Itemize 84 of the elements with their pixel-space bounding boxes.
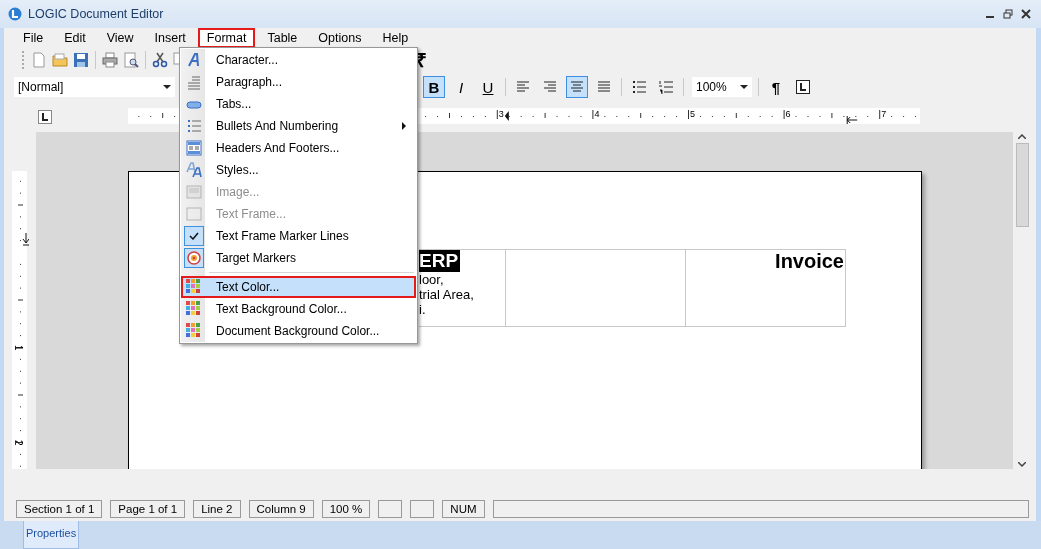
letter-a-icon [186,52,202,68]
justify-icon [596,79,612,95]
menu-item[interactable]: Character... [181,49,416,71]
paragraph-icon [186,74,202,90]
color-grid-icon [186,323,202,339]
format-button[interactable]: U [477,76,499,98]
ruler-number: 7 [881,109,887,119]
menu-item[interactable]: Document Background Color... [181,320,416,342]
align-center-icon [569,79,585,95]
save-icon[interactable] [73,52,89,68]
color-grid-icon [186,279,202,295]
menu-item[interactable]: Target Markers [181,247,416,269]
styles-icon [186,162,202,178]
invoice-title: Invoice [774,250,845,273]
printer-icon[interactable] [102,52,118,68]
target-icon [186,250,202,266]
tab-stop-icon[interactable] [38,110,52,124]
indent-marker-icon[interactable] [504,111,509,121]
menu-item[interactable]: Table [258,27,307,48]
status-pane: 100 % [321,500,371,518]
dropdown-arrow-icon [163,84,171,90]
menu-item[interactable]: Options [309,27,371,48]
ruler-number: 3 [498,109,504,119]
bullet-list-icon [186,118,202,134]
address-line: loor, [419,272,445,287]
print-preview-icon[interactable] [123,52,139,68]
status-pane: Column 9 [248,500,314,518]
menu-item[interactable]: Headers And Footers... [181,137,416,159]
scroll-thumb[interactable] [1015,143,1029,227]
menu-item[interactable]: Help [373,27,418,48]
ruler-number: 1 [12,345,24,351]
submenu-arrow-icon [402,122,406,130]
frame-icon [186,206,202,222]
menu-item[interactable]: Text Frame Marker Lines [181,225,416,247]
align-button[interactable] [566,76,588,98]
image-icon [186,184,202,200]
menu-item[interactable]: View [97,27,143,48]
align-right-icon [542,79,558,95]
menu-item[interactable]: Text Color... [181,276,416,298]
checkmark-icon [189,232,199,240]
ruler-number: 2 [12,440,24,446]
scissors-icon[interactable] [152,52,168,68]
menu-item[interactable]: Edit [55,27,95,48]
style-dropdown[interactable]: [Normal] [14,77,175,97]
format-button[interactable]: I [450,76,472,98]
zoom-dropdown[interactable]: 100% [692,77,752,97]
status-pane: Page 1 of 1 [110,500,186,518]
ruler-number: 4 [594,109,600,119]
menu-item[interactable]: Paragraph... [181,71,416,93]
top-margin-marker-icon[interactable] [22,232,29,246]
format-button[interactable]: B [423,76,445,98]
restore-icon[interactable] [1003,9,1013,19]
menu-item[interactable]: Format [197,27,256,48]
menu-item[interactable]: Bullets And Numbering [181,115,416,137]
menu-item[interactable]: Text Background Color... [181,298,416,320]
address-line: trial Area, [419,287,475,302]
app-logo-icon [8,7,22,21]
ruler-number: 5 [690,109,695,119]
address-line: i. [419,302,427,317]
color-grid-icon [186,301,202,317]
status-pane [410,500,435,518]
menu-item[interactable]: Tabs... [181,93,416,115]
numbered-list-icon [658,79,674,95]
close-icon[interactable] [1021,9,1031,19]
window-title: LOGIC Document Editor [28,7,165,21]
pilcrow-button[interactable]: ¶ [765,76,787,98]
company-name: ERP [419,250,461,272]
status-pane: Line 2 [193,500,241,518]
right-indent-icon[interactable] [846,115,858,125]
scroll-up-icon[interactable] [1018,134,1026,139]
ruler-number: 6 [785,109,791,119]
status-pane [378,500,403,518]
menu-item[interactable]: File [14,27,53,48]
header-footer-icon [186,140,202,156]
tab-stop-icon [796,80,810,94]
status-pane: Section 1 of 1 [16,500,103,518]
scroll-down-icon[interactable] [1018,462,1026,467]
bullet-list-icon [631,79,647,95]
menu-item[interactable]: Insert [145,27,195,48]
dropdown-arrow-icon [740,84,748,90]
status-pane: NUM [442,500,485,518]
menu-item[interactable]: Styles... [181,159,416,181]
panel-tab[interactable]: Properties [23,521,80,549]
align-left-icon [515,79,531,95]
